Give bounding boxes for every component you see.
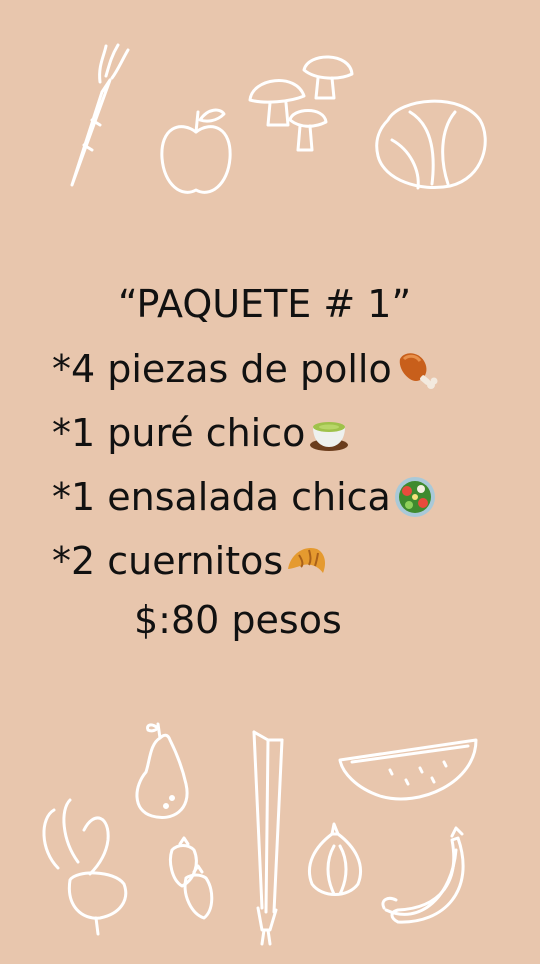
watermelon-slice-icon <box>338 738 478 801</box>
radish-with-leaves-icon <box>42 798 128 936</box>
package-title: “PAQUETE # 1” <box>118 282 412 326</box>
menu-item-text: *1 ensalada chica <box>52 475 391 519</box>
top-vegetable-illustrations <box>0 0 540 220</box>
menu-item-text: *2 cuernitos <box>52 539 284 583</box>
bottom-vegetable-illustrations <box>0 700 540 960</box>
menu-item: *2 cuernitos <box>52 539 329 583</box>
salad-emoji <box>393 475 437 519</box>
carrot-icon <box>70 43 130 187</box>
price-label: $:80 pesos <box>134 598 342 642</box>
croissant-emoji <box>285 539 329 583</box>
cabbage-icon <box>375 99 487 190</box>
apple-icon <box>160 108 232 194</box>
soup-bowl-emoji <box>307 411 351 455</box>
menu-item-text: *1 puré chico <box>52 411 306 455</box>
menu-item: *1 puré chico <box>52 411 351 455</box>
menu-item-text: *4 piezas de pollo <box>52 347 392 391</box>
poultry-leg-emoji <box>394 347 438 391</box>
pear-icon <box>135 722 189 819</box>
bananas-icon <box>381 826 465 924</box>
strawberries-icon <box>168 836 214 920</box>
menu-item: *1 ensalada chica <box>52 475 437 519</box>
menu-item: *4 piezas de pollo <box>52 347 438 391</box>
onion-icon <box>308 822 362 896</box>
leek-icon <box>252 730 284 946</box>
mushrooms-icon <box>248 55 354 152</box>
